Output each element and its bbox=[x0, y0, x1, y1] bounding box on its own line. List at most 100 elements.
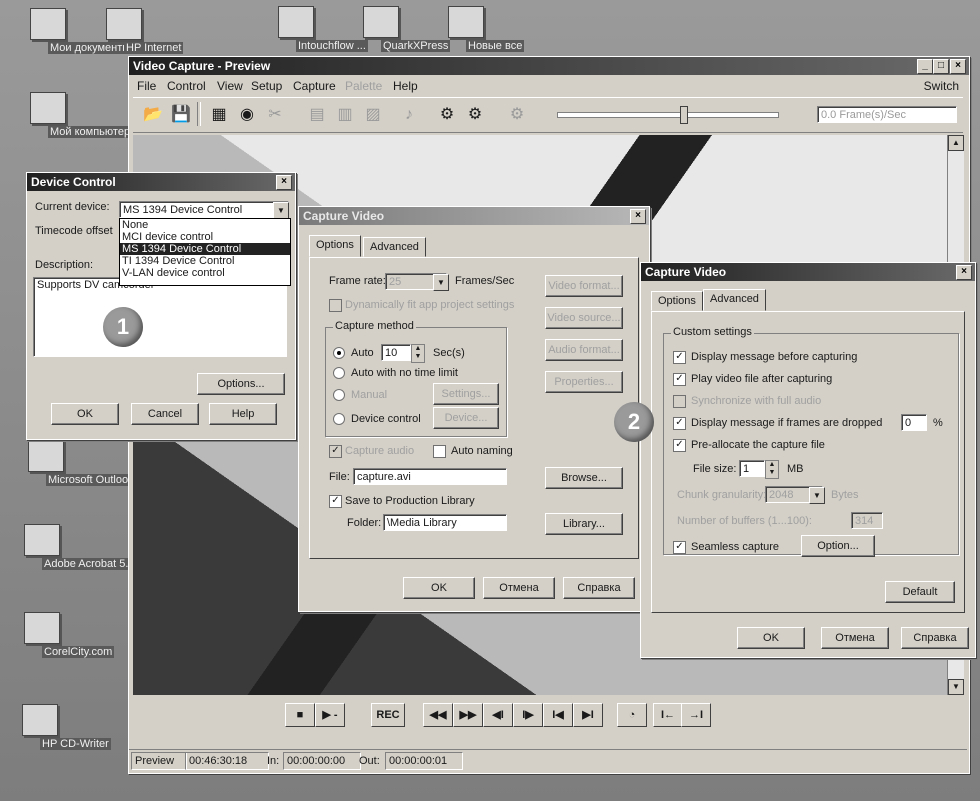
browse-button[interactable]: Browse... bbox=[545, 467, 623, 489]
desktop-icon-hp-internet[interactable]: HP Internet bbox=[88, 8, 184, 54]
device-control-titlebar[interactable]: Device Control × bbox=[27, 173, 295, 191]
auto-radio[interactable] bbox=[333, 347, 345, 359]
menu-help[interactable]: Help bbox=[393, 77, 418, 95]
frame-rate-slider[interactable] bbox=[557, 106, 779, 124]
help-button[interactable]: Help bbox=[209, 403, 277, 425]
current-device-select[interactable]: MS 1394 Device Control bbox=[119, 201, 289, 218]
slider-thumb[interactable] bbox=[680, 106, 688, 124]
step-forward-button[interactable]: I▶ bbox=[513, 703, 543, 727]
capture-video-icon[interactable]: ▦ bbox=[205, 102, 233, 128]
tab-options[interactable]: Options bbox=[651, 291, 703, 311]
menu-file[interactable]: File bbox=[137, 77, 156, 95]
ok-button[interactable]: OK bbox=[51, 403, 119, 425]
cut-icon[interactable]: ✂ bbox=[261, 102, 289, 128]
no-limit-radio[interactable] bbox=[333, 367, 345, 379]
close-button[interactable]: × bbox=[956, 265, 972, 280]
audio-format-button[interactable]: Audio format... bbox=[545, 339, 623, 361]
desktop-icon-outlook[interactable]: Microsoft Outlook bbox=[10, 440, 136, 486]
desktop-icon-app[interactable]: Intouchflow ... bbox=[260, 6, 368, 52]
match-settings-checkbox[interactable] bbox=[329, 299, 342, 312]
file-size-spinner[interactable]: ▲ ▼ bbox=[765, 460, 779, 479]
close-button[interactable]: × bbox=[950, 59, 966, 74]
save-library-checkbox[interactable]: ✓ bbox=[329, 495, 342, 508]
desktop-icon-cd-writer[interactable]: HP CD-Writer bbox=[4, 704, 111, 750]
default-button[interactable]: Default bbox=[885, 581, 955, 603]
cancel-button[interactable]: Отмена bbox=[821, 627, 889, 649]
capture-audio-checkbox[interactable]: ✓ bbox=[329, 445, 342, 458]
properties-button[interactable]: Properties... bbox=[545, 371, 623, 393]
auto-naming-checkbox[interactable] bbox=[433, 445, 446, 458]
file-input[interactable]: capture.avi bbox=[353, 468, 507, 485]
maximize-button[interactable]: □ bbox=[933, 59, 949, 74]
chevron-down-icon[interactable]: ▼ bbox=[809, 487, 825, 504]
auto-seconds-input[interactable]: 10 bbox=[381, 344, 411, 361]
buffers-input[interactable]: 314 bbox=[851, 512, 883, 529]
capture-frame-icon[interactable]: ▤ bbox=[303, 102, 331, 128]
settings-icon[interactable]: ⚙ bbox=[433, 102, 461, 128]
close-button[interactable]: × bbox=[630, 209, 646, 224]
sync-audio-checkbox[interactable] bbox=[673, 395, 686, 408]
dropped-frames-checkbox[interactable]: ✓ bbox=[673, 417, 686, 430]
dropped-percent-input[interactable]: 0 bbox=[901, 414, 927, 431]
menu-setup[interactable]: Setup bbox=[251, 77, 282, 95]
step-back-button[interactable]: ◀I bbox=[483, 703, 513, 727]
desktop-icon-my-documents[interactable]: Мои документы bbox=[12, 8, 133, 54]
auto-seconds-spinner[interactable]: ▲ ▼ bbox=[411, 344, 425, 363]
record-button[interactable]: REC bbox=[371, 703, 405, 727]
ok-button[interactable]: OK bbox=[737, 627, 805, 649]
chevron-down-icon[interactable]: ▼ bbox=[273, 202, 289, 219]
open-icon[interactable]: 📂 bbox=[139, 102, 167, 128]
options-button[interactable]: Options... bbox=[197, 373, 285, 395]
desktop-icon-corelcity[interactable]: CorelCity.com bbox=[6, 612, 115, 658]
help-button[interactable]: Справка bbox=[563, 577, 635, 599]
main-titlebar[interactable]: Video Capture - Preview _ □ × bbox=[129, 57, 969, 75]
settings-button[interactable]: Settings... bbox=[433, 383, 499, 405]
batch-capture-icon[interactable]: ▥ bbox=[331, 102, 359, 128]
tab-options[interactable]: Options bbox=[309, 235, 361, 257]
ok-button[interactable]: OK bbox=[403, 577, 475, 599]
desktop-icon-new-doc[interactable]: Новые все bbox=[430, 6, 525, 52]
cancel-button[interactable]: Cancel bbox=[131, 403, 199, 425]
menu-control[interactable]: Control bbox=[167, 77, 206, 95]
capture-advanced-titlebar[interactable]: Capture Video × bbox=[641, 263, 975, 281]
dropdown-option[interactable]: V-LAN device control bbox=[120, 267, 290, 279]
stop-button[interactable]: ■ bbox=[285, 703, 315, 727]
desktop-icon-my-computer[interactable]: Мой компьютер bbox=[12, 92, 133, 138]
tab-advanced[interactable]: Advanced bbox=[363, 237, 426, 257]
go-end-button[interactable]: ▶I bbox=[573, 703, 603, 727]
minimize-button[interactable]: _ bbox=[917, 59, 933, 74]
device-control-radio[interactable] bbox=[333, 413, 345, 425]
save-icon[interactable]: 💾 bbox=[167, 102, 195, 128]
cancel-button[interactable]: Отмена bbox=[483, 577, 555, 599]
capture-options-titlebar[interactable]: Capture Video × bbox=[299, 207, 649, 225]
video-format-button[interactable]: Video format... bbox=[545, 275, 623, 297]
file-size-input[interactable]: 1 bbox=[739, 460, 765, 477]
menu-palette[interactable]: Palette bbox=[345, 77, 382, 95]
preallocate-checkbox[interactable]: ✓ bbox=[673, 439, 686, 452]
seamless-checkbox[interactable]: ✓ bbox=[673, 541, 686, 554]
option-button[interactable]: Option... bbox=[801, 535, 875, 557]
switch-button[interactable]: Switch bbox=[924, 77, 959, 95]
desktop-icon-quark[interactable]: QuarkXPress bbox=[345, 6, 451, 52]
video-source-button[interactable]: Video source... bbox=[545, 307, 623, 329]
properties-icon[interactable]: ⚙ bbox=[503, 102, 531, 128]
preview-icon[interactable]: ◉ bbox=[233, 102, 261, 128]
chevron-down-icon[interactable]: ▼ bbox=[433, 274, 449, 291]
scene-detect-icon[interactable]: ▨ bbox=[359, 102, 387, 128]
library-button[interactable]: Library... bbox=[545, 513, 623, 535]
desktop-icon-acrobat[interactable]: Adobe Acrobat 5.0 bbox=[6, 524, 137, 570]
menu-capture[interactable]: Capture bbox=[293, 77, 336, 95]
dropdown-option[interactable]: TI 1394 Device Control bbox=[120, 255, 290, 267]
mark-in-button[interactable]: I← bbox=[653, 703, 683, 727]
audio-icon[interactable]: ♪ bbox=[395, 102, 423, 128]
dropdown-option[interactable]: None bbox=[120, 219, 290, 231]
tab-advanced[interactable]: Advanced bbox=[703, 289, 766, 311]
rewind-button[interactable]: ◀◀ bbox=[423, 703, 453, 727]
go-start-button[interactable]: I◀ bbox=[543, 703, 573, 727]
device-button[interactable]: Device... bbox=[433, 407, 499, 429]
jog-icon[interactable]: ◔ bbox=[617, 703, 647, 727]
dropdown-option[interactable]: MCI device control bbox=[120, 231, 290, 243]
play-after-checkbox[interactable]: ✓ bbox=[673, 373, 686, 386]
help-button[interactable]: Справка bbox=[901, 627, 969, 649]
play-button[interactable]: ▶ - bbox=[315, 703, 345, 727]
